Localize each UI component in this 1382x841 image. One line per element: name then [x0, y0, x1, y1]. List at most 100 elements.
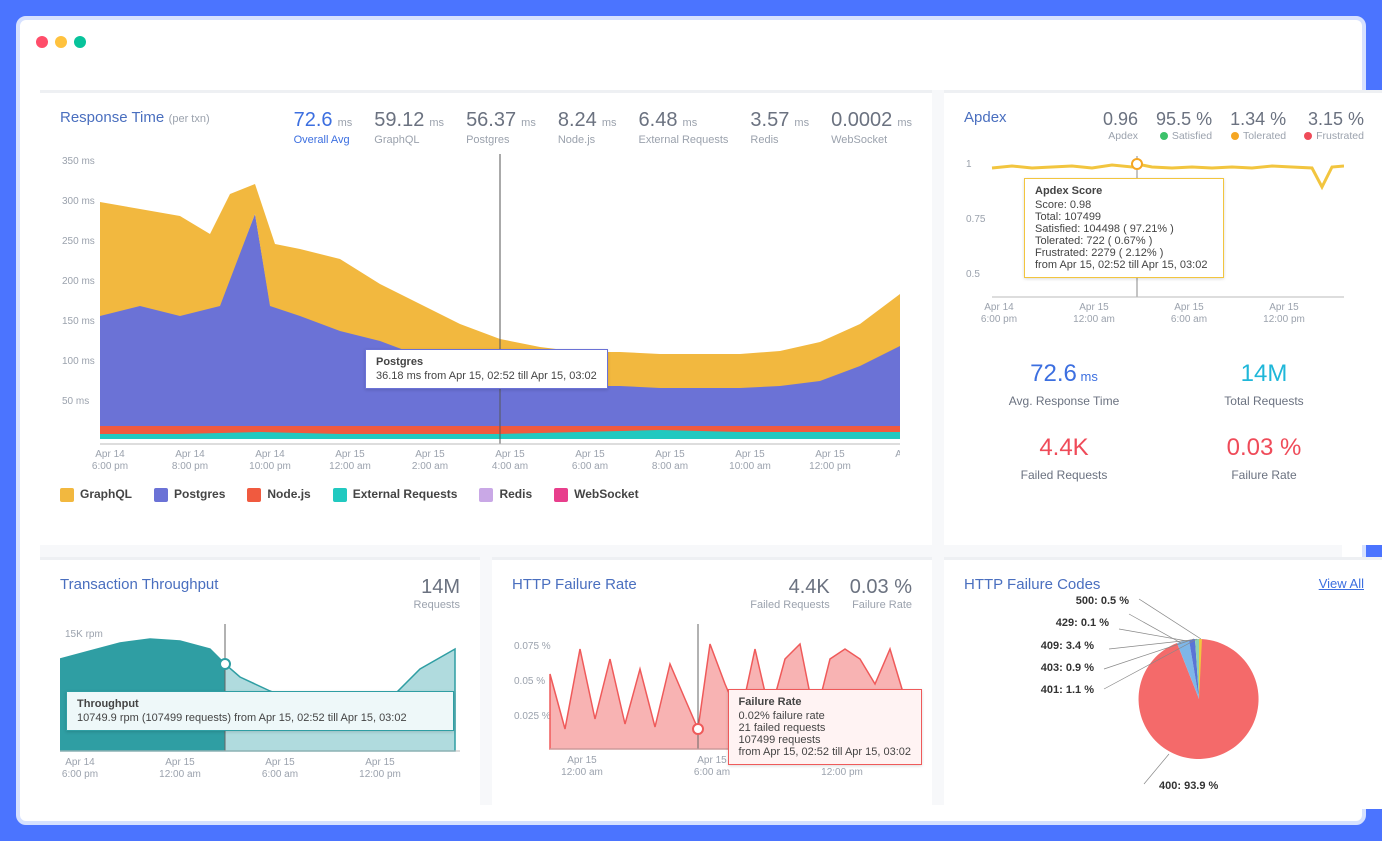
- svg-text:401: 1.1 %: 401: 1.1 %: [1041, 684, 1094, 696]
- svg-text:12:00 pm: 12:00 pm: [1263, 314, 1305, 325]
- svg-text:Apr 15: Apr 15: [655, 449, 685, 460]
- apdex-metric: 95.5 %Satisfied: [1156, 109, 1212, 142]
- svg-text:250 ms: 250 ms: [62, 236, 95, 247]
- svg-text:12:00 pm: 12:00 pm: [359, 769, 401, 780]
- failure-codes-title: HTTP Failure Codes: [964, 576, 1100, 593]
- svg-text:Apr 14: Apr 14: [255, 449, 285, 460]
- svg-text:Apr 15: Apr 15: [365, 757, 395, 768]
- close-icon[interactable]: [36, 36, 48, 48]
- svg-text:6:00 pm: 6:00 pm: [92, 461, 128, 472]
- failure-metric: 0.03 %Failure Rate: [850, 576, 912, 611]
- svg-text:Apr 15: Apr 15: [815, 449, 845, 460]
- app-window: Response Time (per txn) 72.6 msOverall A…: [16, 16, 1366, 825]
- response-time-chart[interactable]: 350 ms300 ms250 ms200 ms150 ms100 ms50 m…: [60, 154, 900, 474]
- throughput-value: 14M: [414, 576, 460, 599]
- stat-item: 72.6 msAvg. Response Time: [964, 360, 1164, 408]
- stat-item: 0.03 % Failure Rate: [1164, 434, 1364, 482]
- svg-text:12:00 am: 12:00 am: [159, 769, 201, 780]
- svg-text:Apr 15: Apr 15: [567, 755, 597, 766]
- dashboard-grid: Response Time (per txn) 72.6 msOverall A…: [40, 90, 1342, 805]
- svg-text:150 ms: 150 ms: [62, 316, 95, 327]
- response-time-title: Response Time: [60, 109, 164, 126]
- svg-text:Apr 14: Apr 14: [95, 449, 125, 460]
- minimize-icon[interactable]: [55, 36, 67, 48]
- legend-item[interactable]: GraphQL: [60, 487, 132, 502]
- svg-text:0.075 %: 0.075 %: [514, 641, 551, 652]
- maximize-icon[interactable]: [74, 36, 86, 48]
- svg-text:6:00 am: 6:00 am: [1171, 314, 1207, 325]
- svg-text:429: 0.1 %: 429: 0.1 %: [1056, 617, 1109, 629]
- svg-text:15K rpm: 15K rpm: [65, 629, 103, 640]
- svg-text:500: 0.5 %: 500: 0.5 %: [1076, 595, 1129, 607]
- failure-rate-card: HTTP Failure Rate 4.4KFailed Requests 0.0…: [492, 557, 932, 809]
- throughput-card: Transaction Throughput 14M Requests 15K …: [40, 557, 480, 809]
- svg-text:Apr 14: Apr 14: [984, 302, 1014, 313]
- svg-text:Apr 14: Apr 14: [65, 757, 95, 768]
- svg-text:8:00 am: 8:00 am: [652, 461, 688, 472]
- apdex-metric: 3.15 %Frustrated: [1304, 109, 1364, 142]
- failure-metric: 4.4KFailed Requests: [750, 576, 830, 611]
- svg-text:403: 0.9 %: 403: 0.9 %: [1041, 662, 1094, 674]
- svg-text:6:00 am: 6:00 am: [694, 767, 730, 778]
- svg-text:Apr 15: Apr 15: [265, 757, 295, 768]
- svg-text:100 ms: 100 ms: [62, 356, 95, 367]
- svg-text:409: 3.4 %: 409: 3.4 %: [1041, 640, 1094, 652]
- svg-text:Apr 15: Apr 15: [165, 757, 195, 768]
- svg-text:Apr 15: Apr 15: [575, 449, 605, 460]
- stat-item: 14M Total Requests: [1164, 360, 1364, 408]
- legend-item[interactable]: Redis: [479, 487, 532, 502]
- svg-text:400: 93.9 %: 400: 93.9 %: [1159, 780, 1219, 792]
- apdex-card: Apdex 0.96Apdex 95.5 %Satisfied 1.34 %Tole…: [944, 90, 1382, 545]
- svg-text:Apr 15: Apr 15: [1269, 302, 1299, 313]
- svg-text:12:00 pm: 12:00 pm: [809, 461, 851, 472]
- apdex-tooltip: Apdex Score Score: 0.98Total: 107499Sati…: [1024, 178, 1224, 278]
- metric-overall-avg: 72.6 msOverall Avg: [294, 109, 353, 146]
- svg-text:Apr 15: Apr 15: [895, 449, 900, 460]
- apdex-title: Apdex: [964, 109, 1007, 126]
- response-time-metrics: 72.6 msOverall Avg59.12 msGraphQL56.37 m…: [294, 109, 912, 146]
- svg-text:Apr 15: Apr 15: [415, 449, 445, 460]
- metric-node.js: 8.24 msNode.js: [558, 109, 617, 146]
- failure-rate-tooltip: Failure Rate 0.02% failure rate21 failed…: [728, 689, 922, 765]
- view-all-link[interactable]: View All: [1319, 576, 1364, 591]
- svg-text:12:00 am: 12:00 am: [329, 461, 371, 472]
- svg-text:1: 1: [966, 159, 972, 170]
- apdex-metric: 0.96Apdex: [1103, 109, 1138, 142]
- svg-text:300 ms: 300 ms: [62, 196, 95, 207]
- failure-codes-card: HTTP Failure Codes View All: [944, 557, 1382, 809]
- svg-text:Apr 14: Apr 14: [175, 449, 205, 460]
- svg-text:12:00 pm: 12:00 pm: [821, 767, 863, 778]
- legend-item[interactable]: WebSocket: [554, 487, 638, 502]
- apdex-metric: 1.34 %Tolerated: [1230, 109, 1286, 142]
- svg-text:6:00 am: 6:00 am: [572, 461, 608, 472]
- legend-item[interactable]: Node.js: [247, 487, 310, 502]
- metric-graphql: 59.12 msGraphQL: [374, 109, 444, 146]
- svg-text:Apr 15: Apr 15: [735, 449, 765, 460]
- failure-rate-title: HTTP Failure Rate: [512, 576, 637, 593]
- svg-text:8:00 pm: 8:00 pm: [172, 461, 208, 472]
- response-time-tooltip: Postgres 36.18 ms from Apr 15, 02:52 til…: [365, 349, 608, 389]
- legend-item[interactable]: External Requests: [333, 487, 458, 502]
- svg-text:6:00 pm: 6:00 pm: [62, 769, 98, 780]
- svg-text:6:00 pm: 6:00 pm: [981, 314, 1017, 325]
- response-time-legend: GraphQL Postgres Node.js External Requests R…: [60, 487, 912, 502]
- response-time-subtitle: (per txn): [169, 113, 210, 125]
- svg-text:50 ms: 50 ms: [62, 396, 89, 407]
- throughput-label: Requests: [414, 599, 460, 611]
- throughput-tooltip: Throughput 10749.9 rpm (107499 requests)…: [66, 691, 454, 731]
- svg-text:200 ms: 200 ms: [62, 276, 95, 287]
- throughput-title: Transaction Throughput: [60, 576, 218, 593]
- metric-external-requests: 6.48 msExternal Requests: [639, 109, 729, 146]
- stat-item: 4.4K Failed Requests: [964, 434, 1164, 482]
- svg-text:Apr 15: Apr 15: [697, 755, 727, 766]
- svg-text:12:00 am: 12:00 am: [561, 767, 603, 778]
- svg-text:0.75: 0.75: [966, 214, 986, 225]
- window-controls: [36, 36, 86, 48]
- metric-websocket: 0.0002 msWebSocket: [831, 109, 912, 146]
- svg-text:0.05 %: 0.05 %: [514, 676, 545, 687]
- svg-text:0.5: 0.5: [966, 269, 980, 280]
- failure-codes-chart[interactable]: 500: 0.5 % 429: 0.1 % 409: 3.4 % 403: 0.9 %…: [964, 594, 1364, 794]
- legend-item[interactable]: Postgres: [154, 487, 225, 502]
- svg-text:0.025 %: 0.025 %: [514, 711, 551, 722]
- svg-text:6:00 am: 6:00 am: [262, 769, 298, 780]
